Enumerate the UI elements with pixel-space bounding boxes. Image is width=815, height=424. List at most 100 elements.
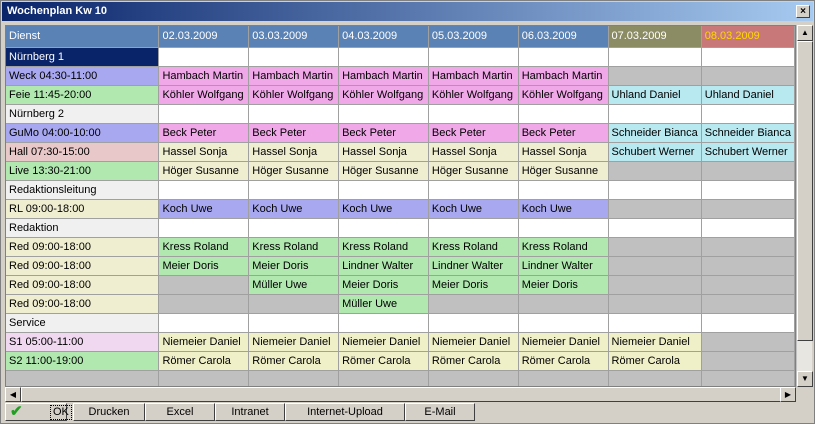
schedule-cell[interactable]: Lindner Walter	[428, 256, 519, 276]
schedule-cell[interactable]: Koch Uwe	[158, 199, 250, 219]
schedule-cell[interactable]: Koch Uwe	[248, 199, 340, 219]
column-header-day[interactable]: 05.03.2009	[428, 26, 519, 48]
schedule-cell[interactable]	[608, 47, 702, 67]
excel-button[interactable]: Excel	[145, 403, 215, 421]
schedule-cell[interactable]	[608, 218, 702, 238]
schedule-cell[interactable]: Schubert Werner	[701, 142, 795, 162]
schedule-cell[interactable]: Höger Susanne	[338, 161, 429, 181]
shift-label[interactable]: Red 09:00-18:00	[6, 294, 160, 314]
schedule-cell[interactable]: Beck Peter	[338, 123, 429, 143]
schedule-cell[interactable]	[158, 104, 250, 124]
schedule-cell[interactable]	[701, 199, 795, 219]
schedule-cell[interactable]: Beck Peter	[158, 123, 250, 143]
shift-label[interactable]: Red 09:00-18:00	[6, 256, 160, 276]
email-button[interactable]: E-Mail	[405, 403, 475, 421]
schedule-cell[interactable]: Kress Roland	[248, 237, 340, 257]
schedule-cell[interactable]	[701, 104, 795, 124]
schedule-cell[interactable]: Köhler Wolfgang	[518, 85, 609, 105]
schedule-cell[interactable]	[608, 237, 702, 257]
schedule-cell[interactable]: Köhler Wolfgang	[158, 85, 250, 105]
schedule-cell[interactable]	[158, 180, 250, 200]
print-button[interactable]: Drucken	[73, 403, 145, 421]
schedule-cell[interactable]	[338, 180, 429, 200]
schedule-cell[interactable]	[701, 313, 795, 333]
title-bar[interactable]: Wochenplan Kw 10 ×	[2, 2, 813, 21]
schedule-cell[interactable]: Hassel Sonja	[518, 142, 609, 162]
schedule-cell[interactable]: Beck Peter	[248, 123, 340, 143]
schedule-cell[interactable]	[428, 104, 519, 124]
shift-label[interactable]	[6, 370, 160, 386]
schedule-cell[interactable]	[248, 180, 340, 200]
schedule-cell[interactable]: Köhler Wolfgang	[428, 85, 519, 105]
schedule-cell[interactable]: Römer Carola	[158, 351, 250, 371]
schedule-cell[interactable]	[701, 237, 795, 257]
schedule-cell[interactable]	[701, 47, 795, 67]
schedule-cell[interactable]: Hassel Sonja	[248, 142, 340, 162]
schedule-cell[interactable]	[248, 218, 340, 238]
shift-label[interactable]: Nürnberg 1	[6, 47, 160, 67]
shift-label[interactable]: Redaktionsleitung	[6, 180, 160, 200]
schedule-cell[interactable]: Schneider Bianca	[608, 123, 702, 143]
shift-label[interactable]: Hall 07:30-15:00	[6, 142, 160, 162]
schedule-cell[interactable]: Köhler Wolfgang	[338, 85, 429, 105]
schedule-cell[interactable]	[518, 104, 609, 124]
shift-label[interactable]: Redaktion	[6, 218, 160, 238]
schedule-cell[interactable]	[428, 370, 519, 386]
schedule-cell[interactable]: Müller Uwe	[338, 294, 429, 314]
schedule-cell[interactable]	[338, 104, 429, 124]
schedule-cell[interactable]: Niemeier Daniel	[338, 332, 429, 352]
schedule-cell[interactable]	[428, 313, 519, 333]
schedule-cell[interactable]	[518, 180, 609, 200]
schedule-cell[interactable]	[338, 313, 429, 333]
schedule-cell[interactable]: Kress Roland	[338, 237, 429, 257]
shift-label[interactable]: Nürnberg 2	[6, 104, 160, 124]
vertical-scrollbar[interactable]: ▲ ▼	[796, 25, 813, 387]
schedule-cell[interactable]: Uhland Daniel	[701, 85, 795, 105]
schedule-cell[interactable]	[701, 332, 795, 352]
schedule-cell[interactable]	[701, 180, 795, 200]
schedule-cell[interactable]	[158, 275, 250, 295]
schedule-cell[interactable]	[701, 351, 795, 371]
schedule-cell[interactable]	[608, 180, 702, 200]
schedule-cell[interactable]	[158, 294, 250, 314]
left-arrow-icon[interactable]: ◀	[5, 387, 21, 402]
schedule-cell[interactable]	[158, 218, 250, 238]
schedule-cell[interactable]	[158, 47, 250, 67]
schedule-cell[interactable]: Beck Peter	[518, 123, 609, 143]
column-header-sunday[interactable]: 08.03.2009	[701, 26, 795, 48]
schedule-cell[interactable]	[338, 218, 429, 238]
schedule-cell[interactable]: Schubert Werner	[608, 142, 702, 162]
schedule-cell[interactable]	[518, 218, 609, 238]
schedule-cell[interactable]: Hassel Sonja	[428, 142, 519, 162]
shift-label[interactable]: Service	[6, 313, 160, 333]
schedule-cell[interactable]: Hambach Martin	[158, 66, 250, 86]
schedule-cell[interactable]: Meier Doris	[428, 275, 519, 295]
shift-label[interactable]: S1 05:00-11:00	[6, 332, 160, 352]
schedule-cell[interactable]	[158, 313, 250, 333]
schedule-cell[interactable]	[158, 370, 250, 386]
shift-label[interactable]: GuMo 04:00-10:00	[6, 123, 160, 143]
schedule-cell[interactable]	[428, 47, 519, 67]
schedule-cell[interactable]: Niemeier Daniel	[608, 332, 702, 352]
column-header-day[interactable]: 02.03.2009	[158, 26, 250, 48]
schedule-cell[interactable]	[608, 66, 702, 86]
schedule-cell[interactable]	[338, 370, 429, 386]
schedule-cell[interactable]: Römer Carola	[248, 351, 340, 371]
close-button[interactable]: ×	[796, 5, 810, 18]
schedule-cell[interactable]	[338, 47, 429, 67]
shift-label[interactable]: S2 11:00-19:00	[6, 351, 160, 371]
schedule-cell[interactable]: Meier Doris	[248, 256, 340, 276]
vertical-scroll-thumb[interactable]	[797, 41, 813, 341]
internet-upload-button[interactable]: Internet-Upload	[285, 403, 405, 421]
schedule-cell[interactable]: Müller Uwe	[248, 275, 340, 295]
schedule-cell[interactable]	[608, 275, 702, 295]
horizontal-scrollbar[interactable]: ◀ ▶	[5, 387, 796, 402]
schedule-cell[interactable]: Hassel Sonja	[158, 142, 250, 162]
shift-label[interactable]: Red 09:00-18:00	[6, 237, 160, 257]
schedule-cell[interactable]	[428, 218, 519, 238]
schedule-cell[interactable]: Lindner Walter	[338, 256, 429, 276]
ok-button[interactable]: ✔ OK	[5, 403, 72, 421]
shift-label[interactable]: Weck 04:30-11:00	[6, 66, 160, 86]
schedule-cell[interactable]	[701, 294, 795, 314]
schedule-cell[interactable]	[701, 275, 795, 295]
